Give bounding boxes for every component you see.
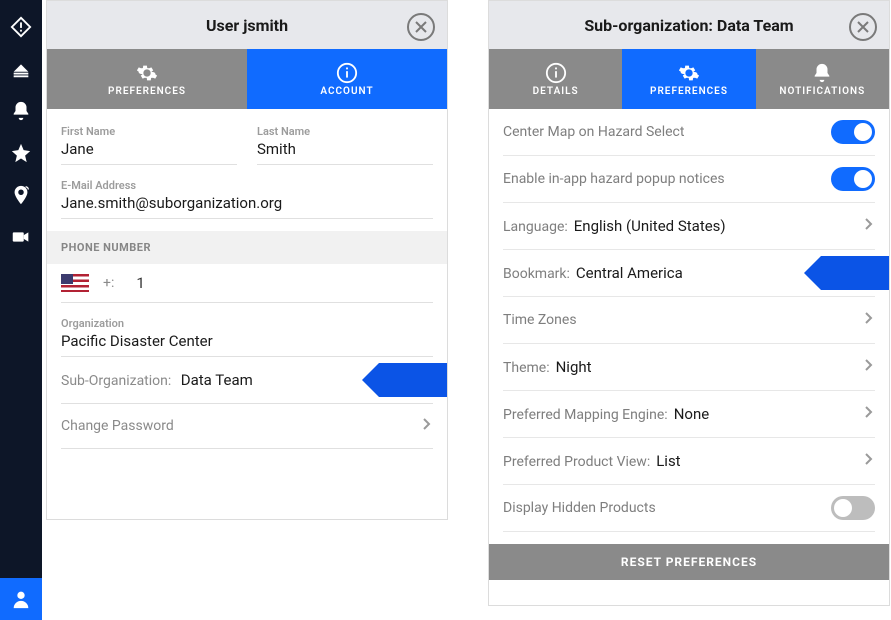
pref-bookmark-label: Bookmark: — [503, 266, 570, 282]
reset-preferences-button[interactable]: RESET PREFERENCES — [489, 544, 889, 580]
nav-user-icon[interactable] — [0, 578, 42, 620]
pref-map-engine-value: None — [674, 405, 710, 423]
phone-cc-label: +: — [103, 275, 114, 291]
nav-alert-icon[interactable] — [0, 6, 42, 48]
nav-disk-icon[interactable] — [0, 48, 42, 90]
tab-notifications[interactable]: NOTIFICATIONS — [756, 49, 889, 109]
email-value: Jane.smith@suborganization.org — [61, 192, 433, 212]
phone-cc-value: 1 — [136, 274, 144, 292]
callout-arrow-icon — [821, 256, 890, 290]
first-name-label: First Name — [61, 125, 237, 138]
toggle-off-icon[interactable] — [831, 496, 875, 520]
phone-row[interactable]: +: 1 — [61, 264, 433, 303]
first-name-field[interactable]: First Name Jane — [61, 121, 237, 165]
chevron-right-icon — [863, 312, 875, 328]
pref-theme[interactable]: Theme: Night — [503, 344, 875, 391]
chevron-right-icon — [863, 453, 875, 469]
phone-section-header: PHONE NUMBER — [47, 231, 447, 264]
chevron-right-icon — [863, 218, 875, 234]
org-panel-title: Sub-organization: Data Team — [489, 16, 889, 35]
chevron-right-icon — [863, 406, 875, 422]
org-panel-header: Sub-organization: Data Team — [489, 1, 889, 49]
tab-account[interactable]: ACCOUNT — [247, 49, 447, 109]
change-password-row[interactable]: Change Password — [61, 404, 433, 449]
pref-hidden-products[interactable]: Display Hidden Products — [503, 485, 875, 532]
email-field[interactable]: E-Mail Address Jane.smith@suborganizatio… — [61, 175, 433, 219]
chevron-right-icon — [863, 359, 875, 375]
pref-bookmark[interactable]: Bookmark: Central America — [503, 250, 875, 297]
email-label: E-Mail Address — [61, 179, 433, 192]
user-panel-header: User jsmith — [47, 1, 447, 49]
pref-bookmark-value: Central America — [576, 264, 683, 282]
side-nav — [0, 0, 42, 620]
flag-us-icon — [61, 274, 89, 292]
pref-center-map[interactable]: Center Map on Hazard Select — [503, 109, 875, 156]
nav-pin-icon[interactable] — [0, 174, 42, 216]
tab-org-preferences[interactable]: PREFERENCES — [622, 49, 755, 109]
user-panel: User jsmith PREFERENCES ACCOUNT First Na… — [46, 0, 448, 520]
pref-product-view-label: Preferred Product View: — [503, 454, 650, 470]
user-panel-title: User jsmith — [47, 16, 447, 35]
tab-org-preferences-label: PREFERENCES — [650, 86, 728, 97]
tab-details[interactable]: DETAILS — [489, 49, 622, 109]
sub-organization-row[interactable]: Sub-Organization: Data Team — [61, 357, 433, 404]
pref-language-label: Language: — [503, 219, 568, 235]
organization-field[interactable]: Organization Pacific Disaster Center — [61, 313, 433, 357]
first-name-value: Jane — [61, 138, 237, 158]
pref-timezones[interactable]: Time Zones — [503, 297, 875, 344]
nav-bell-icon[interactable] — [0, 90, 42, 132]
tab-details-label: DETAILS — [533, 86, 579, 97]
toggle-on-icon[interactable] — [831, 167, 875, 191]
sub-organization-value: Data Team — [181, 371, 253, 389]
pref-theme-label: Theme: — [503, 360, 550, 376]
change-password-label: Change Password — [61, 418, 174, 434]
pref-theme-value: Night — [556, 358, 592, 376]
pref-product-view[interactable]: Preferred Product View: List — [503, 438, 875, 485]
pref-product-view-value: List — [656, 452, 680, 470]
sub-organization-label: Sub-Organization: — [61, 373, 171, 389]
nav-camera-icon[interactable] — [0, 216, 42, 258]
pref-map-engine[interactable]: Preferred Mapping Engine: None — [503, 391, 875, 438]
tab-account-label: ACCOUNT — [320, 86, 373, 97]
last-name-value: Smith — [257, 138, 433, 158]
user-tabs: PREFERENCES ACCOUNT — [47, 49, 447, 109]
close-icon[interactable] — [849, 13, 877, 41]
last-name-label: Last Name — [257, 125, 433, 138]
close-icon[interactable] — [407, 13, 435, 41]
nav-star-icon[interactable] — [0, 132, 42, 174]
org-panel: Sub-organization: Data Team DETAILS PREF… — [488, 0, 890, 606]
pref-popup-label: Enable in-app hazard popup notices — [503, 171, 725, 187]
tab-preferences[interactable]: PREFERENCES — [47, 49, 247, 109]
toggle-on-icon[interactable] — [831, 120, 875, 144]
last-name-field[interactable]: Last Name Smith — [257, 121, 433, 165]
pref-language-value: English (United States) — [574, 217, 726, 235]
pref-popup[interactable]: Enable in-app hazard popup notices — [503, 156, 875, 203]
tab-notifications-label: NOTIFICATIONS — [779, 86, 865, 97]
pref-language[interactable]: Language: English (United States) — [503, 203, 875, 250]
pref-map-engine-label: Preferred Mapping Engine: — [503, 407, 668, 423]
callout-arrow-icon — [379, 363, 448, 397]
tab-preferences-label: PREFERENCES — [108, 86, 186, 97]
pref-center-map-label: Center Map on Hazard Select — [503, 124, 684, 140]
org-tabs: DETAILS PREFERENCES NOTIFICATIONS — [489, 49, 889, 109]
pref-timezones-label: Time Zones — [503, 312, 577, 328]
organization-label: Organization — [61, 317, 433, 330]
organization-value: Pacific Disaster Center — [61, 330, 433, 350]
pref-hidden-products-label: Display Hidden Products — [503, 500, 656, 516]
chevron-right-icon — [421, 418, 433, 434]
